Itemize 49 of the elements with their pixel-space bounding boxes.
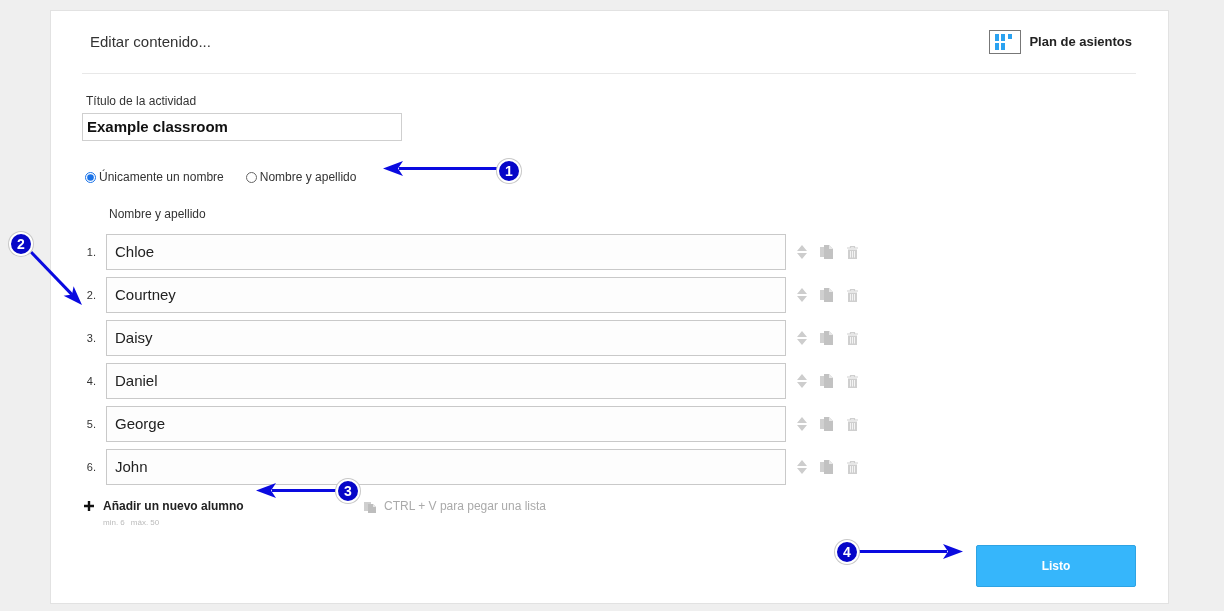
name-field[interactable]: Chloe bbox=[106, 234, 786, 270]
copy-icon[interactable] bbox=[820, 374, 833, 388]
row-number: 6. bbox=[86, 459, 96, 475]
column-label: Nombre y apellido bbox=[109, 207, 206, 221]
sort-arrows-icon[interactable] bbox=[797, 330, 807, 346]
callout-badge: 3 bbox=[336, 479, 360, 503]
copy-icon[interactable] bbox=[820, 288, 833, 302]
sort-arrows-icon[interactable] bbox=[797, 287, 807, 303]
trash-icon[interactable] bbox=[847, 331, 858, 345]
name-field[interactable]: Courtney bbox=[106, 277, 786, 313]
name-field[interactable]: Daisy bbox=[106, 320, 786, 356]
row-number: 1. bbox=[86, 244, 96, 260]
trash-icon[interactable] bbox=[847, 288, 858, 302]
callout-badge: 2 bbox=[9, 232, 33, 256]
seating-plan-button[interactable]: Plan de asientos bbox=[989, 30, 1132, 54]
row-number: 2. bbox=[86, 287, 96, 303]
sort-arrows-icon[interactable] bbox=[797, 416, 807, 432]
header-title: Editar contenido... bbox=[90, 31, 211, 52]
callout-badge: 1 bbox=[497, 159, 521, 183]
copy-icon[interactable] bbox=[820, 331, 833, 345]
field-label: Título de la actividad bbox=[86, 94, 197, 108]
sort-arrows-icon[interactable] bbox=[797, 459, 807, 475]
pointer-arrow bbox=[30, 251, 83, 305]
row-number: 5. bbox=[86, 416, 96, 432]
radio-button[interactable] bbox=[85, 171, 96, 183]
name-field[interactable]: Daniel bbox=[106, 363, 786, 399]
seating-grid-icon bbox=[989, 30, 1022, 54]
add-student-button[interactable]: Añadir un nuevo alumno bbox=[82, 497, 244, 515]
name-field[interactable]: George bbox=[106, 406, 786, 442]
trash-icon[interactable] bbox=[847, 460, 858, 474]
name-field[interactable]: John bbox=[106, 449, 786, 485]
radio-button[interactable] bbox=[245, 171, 257, 183]
sort-arrows-icon[interactable] bbox=[797, 373, 807, 389]
radio-label[interactable]: Nombre y apellido bbox=[259, 168, 357, 186]
trash-icon[interactable] bbox=[847, 417, 858, 431]
text-field[interactable]: Example classroom bbox=[82, 113, 402, 141]
trash-icon[interactable] bbox=[847, 245, 858, 259]
radio-label[interactable]: Únicamente un nombre bbox=[99, 168, 224, 186]
paste-hint: CTRL + V para pegar una lista bbox=[384, 498, 546, 515]
trash-icon[interactable] bbox=[847, 374, 858, 388]
callout-badge: 4 bbox=[835, 540, 859, 564]
paste-icon bbox=[364, 499, 376, 513]
row-number: 4. bbox=[86, 373, 96, 389]
copy-icon[interactable] bbox=[820, 460, 833, 474]
sort-arrows-icon[interactable] bbox=[797, 244, 807, 260]
copy-icon[interactable] bbox=[820, 245, 833, 259]
plus-icon bbox=[84, 501, 94, 511]
row-number: 3. bbox=[86, 330, 96, 346]
copy-icon[interactable] bbox=[820, 417, 833, 431]
